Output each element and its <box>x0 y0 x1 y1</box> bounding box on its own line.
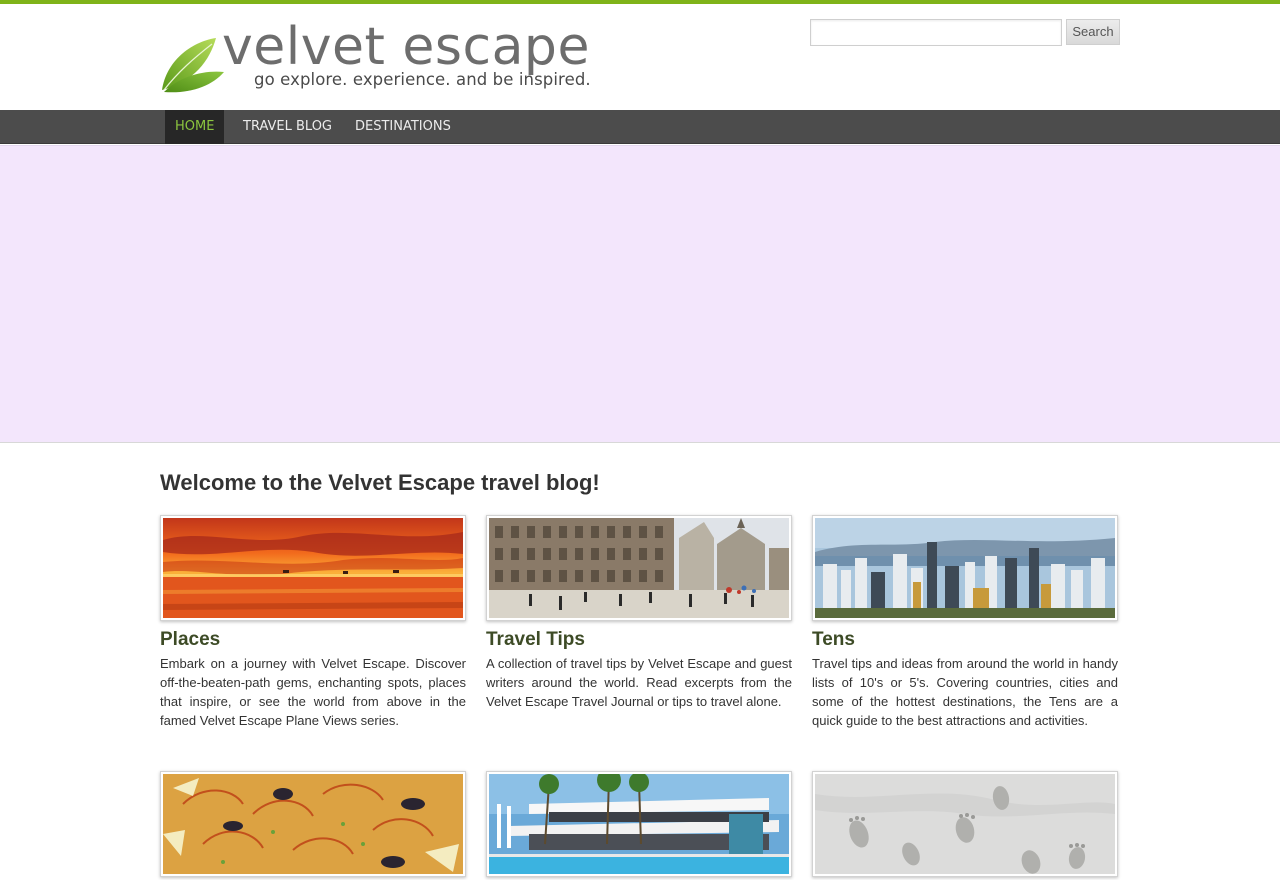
card-title-tens[interactable]: Tens <box>812 629 855 651</box>
card-title-travel-tips[interactable]: Travel Tips <box>486 629 585 651</box>
modern-hotel-pool-image <box>489 774 789 874</box>
site-logo[interactable]: velvet escape go explore. experience. an… <box>160 18 591 96</box>
footprints-thumbnail[interactable] <box>812 771 1118 877</box>
city-square-image <box>489 518 789 618</box>
paella-image <box>163 774 463 874</box>
travel-tips-thumbnail[interactable] <box>486 515 792 621</box>
nav-item-home[interactable]: HOME <box>165 110 225 144</box>
search-button[interactable]: Search <box>1066 19 1120 45</box>
main-nav: HOME TRAVEL BLOG DESTINATIONS <box>0 110 1280 144</box>
card-description-places: Embark on a journey with Velvet Escape. … <box>160 656 466 728</box>
page-title: Welcome to the Velvet Escape travel blog… <box>160 470 600 495</box>
logo-tagline: go explore. experience. and be inspired. <box>254 70 591 89</box>
footprints-sand-image <box>815 774 1115 874</box>
card-title-places[interactable]: Places <box>160 629 220 651</box>
search-input[interactable] <box>810 19 1062 46</box>
leaf-logo-icon <box>162 38 224 93</box>
skyline-harbour-image <box>815 518 1115 618</box>
tens-thumbnail[interactable] <box>812 515 1118 621</box>
card-description-travel-tips: A collection of travel tips by Velvet Es… <box>486 656 792 709</box>
top-accent-line <box>0 0 1280 4</box>
sunset-sea-image <box>163 518 463 618</box>
paella-thumbnail[interactable] <box>160 771 466 877</box>
places-thumbnail[interactable] <box>160 515 466 621</box>
logo-title: velvet escape <box>222 17 590 77</box>
hotel-pool-thumbnail[interactable] <box>486 771 792 877</box>
nav-item-destinations[interactable]: DESTINATIONS <box>345 110 461 144</box>
hero-banner <box>0 145 1280 443</box>
nav-item-travel-blog[interactable]: TRAVEL BLOG <box>233 110 342 144</box>
card-description-tens: Travel tips and ideas from around the wo… <box>812 656 1118 728</box>
